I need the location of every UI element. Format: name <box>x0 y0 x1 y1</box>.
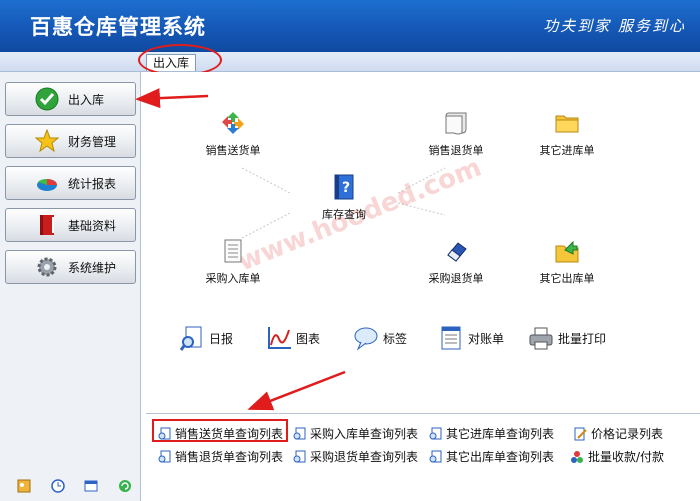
pie-chart-icon <box>34 171 60 195</box>
pencil-doc-icon <box>573 427 587 441</box>
sidebar-item-basedata[interactable]: 基础资料 <box>5 208 136 242</box>
sidebar-item-finance[interactable]: 财务管理 <box>5 124 136 158</box>
line-chart-icon <box>266 325 292 351</box>
list-other-in-query[interactable]: 其它进库单查询列表 <box>428 425 554 442</box>
tool-label: 日报 <box>209 331 234 346</box>
list-purchase-return-query[interactable]: 采购退货单查询列表 <box>292 448 418 465</box>
list-label: 其它进库单查询列表 <box>446 427 555 441</box>
sidebar-item-label: 出入库 <box>68 92 105 107</box>
list-label: 采购退货单查询列表 <box>310 450 419 464</box>
sidebar-item-reports[interactable]: 统计报表 <box>5 166 136 200</box>
list-label: 采购入库单查询列表 <box>310 427 419 441</box>
flow-label: 销售送货单 <box>205 144 261 157</box>
magnifier-report-icon <box>179 325 205 351</box>
flow-purchase-in[interactable]: 采购入库单 <box>188 236 278 286</box>
list-label: 其它出库单查询列表 <box>446 450 555 464</box>
eraser-icon <box>441 236 471 266</box>
svg-text:?: ? <box>342 180 350 196</box>
list-batch-payment[interactable]: 批量收款/付款 <box>570 448 664 465</box>
app-slogan: 功夫到家 服务到心 <box>543 17 686 35</box>
magnifier-doc-icon <box>428 450 442 464</box>
list-label: 价格记录列表 <box>591 427 664 441</box>
tool-chart[interactable]: 图表 <box>266 325 320 351</box>
gear-icon <box>34 255 60 279</box>
window-icon[interactable] <box>84 479 98 493</box>
key-icon[interactable] <box>17 479 31 493</box>
flow-label: 采购入库单 <box>205 272 261 285</box>
statement-icon <box>438 325 464 351</box>
list-label: 批量收款/付款 <box>588 450 665 464</box>
star-icon <box>34 129 60 153</box>
folder-icon <box>552 108 582 138</box>
flow-label: 销售退货单 <box>428 144 484 157</box>
tool-daily-report[interactable]: 日报 <box>179 325 233 351</box>
magnifier-doc-icon <box>157 450 171 464</box>
list-sales-return-query[interactable]: 销售退货单查询列表 <box>157 448 283 465</box>
flow-label: 其它进库单 <box>539 144 595 157</box>
folder-out-icon <box>552 236 582 266</box>
sidebar-item-label: 财务管理 <box>68 134 117 149</box>
printer-icon <box>528 325 554 351</box>
magnifier-doc-icon <box>428 427 442 441</box>
check-icon <box>34 87 60 111</box>
flow-label: 库存查询 <box>322 208 366 221</box>
flow-other-out[interactable]: 其它出库单 <box>522 236 612 286</box>
recycle-icon <box>218 108 248 138</box>
list-purchase-in-query[interactable]: 采购入库单查询列表 <box>292 425 418 442</box>
tool-labels[interactable]: 标签 <box>353 325 407 351</box>
book-icon <box>34 213 60 237</box>
tool-statement[interactable]: 对账单 <box>438 325 504 351</box>
tool-batch-print[interactable]: 批量打印 <box>528 325 606 351</box>
app-header: 百惠仓库管理系统 功夫到家 服务到心 <box>0 0 700 52</box>
help-book-icon: ? <box>329 172 359 202</box>
scroll-icon <box>441 108 471 138</box>
sidebar-item-label: 统计报表 <box>68 176 117 191</box>
magnifier-doc-icon <box>292 427 306 441</box>
list-highlight-box <box>152 419 288 442</box>
flow-label: 其它出库单 <box>539 272 595 285</box>
sidebar-item-inout[interactable]: 出入库 <box>5 82 136 116</box>
flow-stock-query[interactable]: ? 库存查询 <box>299 172 389 222</box>
flow-sales-return[interactable]: 销售退货单 <box>411 108 501 158</box>
refresh-icon[interactable] <box>118 479 132 493</box>
sidebar-item-label: 系统维护 <box>68 260 117 275</box>
clock-icon[interactable] <box>51 479 65 493</box>
speech-bubble-icon <box>353 325 379 351</box>
tool-label: 对账单 <box>468 331 505 346</box>
tool-label: 标签 <box>383 331 408 346</box>
list-other-out-query[interactable]: 其它出库单查询列表 <box>428 448 554 465</box>
flow-sales-delivery[interactable]: 销售送货单 <box>188 108 278 158</box>
tab-bar: 出入库 <box>0 52 700 72</box>
tool-label: 批量打印 <box>558 331 607 346</box>
list-label: 销售退货单查询列表 <box>175 450 284 464</box>
magnifier-doc-icon <box>292 450 306 464</box>
flow-purchase-return[interactable]: 采购退货单 <box>411 236 501 286</box>
sidebar-item-label: 基础资料 <box>68 218 117 233</box>
flow-label: 采购退货单 <box>428 272 484 285</box>
document-icon <box>218 236 248 266</box>
sidebar-item-system[interactable]: 系统维护 <box>5 250 136 284</box>
colored-balls-icon <box>570 450 584 464</box>
list-price-record[interactable]: 价格记录列表 <box>573 425 663 442</box>
app-title: 百惠仓库管理系统 <box>30 15 206 39</box>
flow-other-in[interactable]: 其它进库单 <box>522 108 612 158</box>
tool-label: 图表 <box>296 331 321 346</box>
